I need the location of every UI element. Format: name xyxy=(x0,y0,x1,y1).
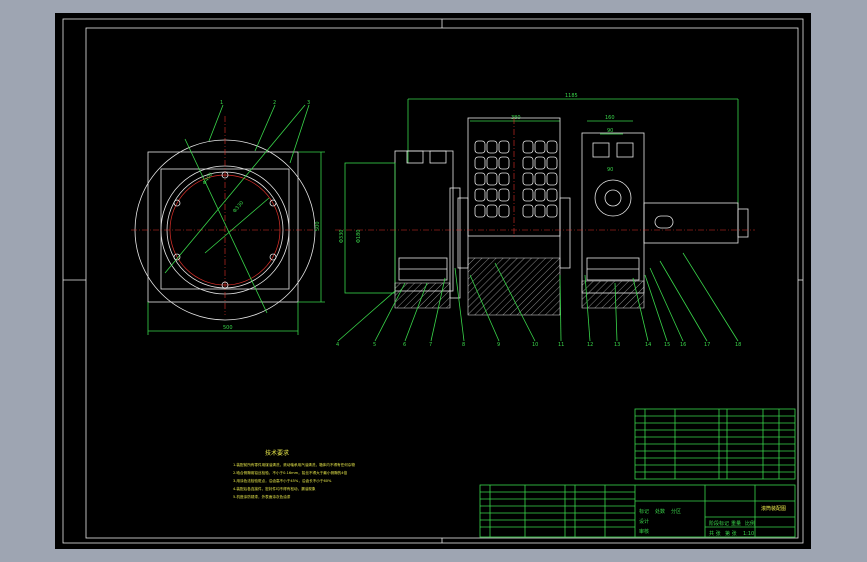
end-view-balloons: 1 2 3 xyxy=(208,100,310,164)
svg-text:10: 10 xyxy=(532,342,538,348)
end-view-dimensions: 500 500 Φ400 Φ330 xyxy=(147,151,325,335)
keyway xyxy=(654,215,674,229)
svg-text:4: 4 xyxy=(336,342,339,348)
end-view: 500 500 Φ400 Φ330 1 2 3 xyxy=(131,100,325,335)
svg-text:处数: 处数 xyxy=(655,508,665,515)
svg-text:标记: 标记 xyxy=(639,508,649,515)
drum-lower-section xyxy=(467,257,561,316)
svg-text:9: 9 xyxy=(497,342,500,348)
parts-list: 标记 处数 分区 设计 审核 阶段标记 重量 比例 1:10 共 张 第 张 滚… xyxy=(479,408,796,538)
svg-text:16: 16 xyxy=(680,342,686,348)
svg-text:共 张: 共 张 xyxy=(709,530,721,537)
circle-dim-1: Φ400 xyxy=(202,172,215,186)
svg-text:审核: 审核 xyxy=(639,528,649,535)
svg-text:13: 13 xyxy=(614,342,620,348)
svg-text:第 张: 第 张 xyxy=(725,530,737,537)
svg-text:17: 17 xyxy=(704,342,710,348)
notes-title: 技术要求 xyxy=(265,449,289,457)
drum-rollers xyxy=(474,140,558,218)
svg-text:分区: 分区 xyxy=(671,508,681,515)
svg-text:3.用涂色法检验斑点，沿齿高不小于45%，沿齿长不小于60%: 3.用涂色法检验斑点，沿齿高不小于45%，沿齿长不小于60% xyxy=(233,478,332,483)
svg-text:重量: 重量 xyxy=(731,520,741,527)
svg-text:6: 6 xyxy=(403,342,406,348)
svg-text:14: 14 xyxy=(645,342,651,348)
svg-text:阶段标记: 阶段标记 xyxy=(709,520,729,527)
svg-text:11: 11 xyxy=(558,342,564,348)
svg-text:Φ180: Φ180 xyxy=(356,230,362,243)
cad-drawing: 500 500 Φ400 Φ330 1 2 3 1185 380 160 90 … xyxy=(62,18,804,544)
svg-text:90: 90 xyxy=(607,167,613,173)
output-shaft xyxy=(643,202,739,244)
diameter-leader-2 xyxy=(164,104,306,274)
svg-text:1.装配前所有零件用煤油清洗，滚动轴承用汽油清洗，箱体内不得: 1.装配前所有零件用煤油清洗，滚动轴承用汽油清洗，箱体内不得有任何杂物 xyxy=(233,462,355,467)
base-width-dim: 500 xyxy=(223,325,233,331)
svg-text:5.机座涂防锈漆，外表面涂灰色油漆: 5.机座涂防锈漆，外表面涂灰色油漆 xyxy=(233,494,291,499)
section-view: 1185 380 160 90 90 Φ330 Φ180 4 5 6 7 8 9… xyxy=(335,93,755,348)
end-view-frame xyxy=(147,151,299,303)
drawing-name: 滚筒装配图 xyxy=(761,505,786,512)
svg-text:Φ330: Φ330 xyxy=(339,230,345,243)
svg-text:18: 18 xyxy=(735,342,741,348)
svg-text:7: 7 xyxy=(429,342,432,348)
svg-text:1: 1 xyxy=(220,100,223,106)
cad-viewport[interactable]: 500 500 Φ400 Φ330 1 2 3 1185 380 160 90 … xyxy=(0,0,867,562)
left-height-dim: 500 xyxy=(315,221,321,231)
svg-text:160: 160 xyxy=(605,115,615,121)
left-bearing-housing xyxy=(394,150,454,292)
svg-text:设计: 设计 xyxy=(639,518,649,525)
outer-border xyxy=(62,18,804,544)
svg-text:比例: 比例 xyxy=(745,520,755,527)
svg-text:2.啮合侧隙用铅丝检验，不小于0.16mm，铅丝不得大于最小: 2.啮合侧隙用铅丝检验，不小于0.16mm，铅丝不得大于最小侧隙的4倍 xyxy=(233,470,348,475)
svg-text:15: 15 xyxy=(664,342,670,348)
circle-dim-2: Φ330 xyxy=(232,200,245,214)
drawing-sheet: 500 500 Φ400 Φ330 1 2 3 1185 380 160 90 … xyxy=(55,13,811,549)
svg-text:12: 12 xyxy=(587,342,593,348)
technical-notes: 技术要求 1.装配前所有零件用煤油清洗，滚动轴承用汽油清洗，箱体内不得有任何杂物… xyxy=(233,449,355,499)
svg-text:8: 8 xyxy=(462,342,465,348)
svg-text:3: 3 xyxy=(307,100,310,106)
overall-length-dim: 1185 xyxy=(565,93,578,99)
svg-text:1:10: 1:10 xyxy=(743,531,754,537)
svg-text:4.装配后各连接件，密封件均不得有松动，漏油现象: 4.装配后各连接件，密封件均不得有松动，漏油现象 xyxy=(233,486,316,491)
zone-ticks xyxy=(63,19,803,543)
svg-text:2: 2 xyxy=(273,100,276,106)
svg-text:5: 5 xyxy=(373,342,376,348)
